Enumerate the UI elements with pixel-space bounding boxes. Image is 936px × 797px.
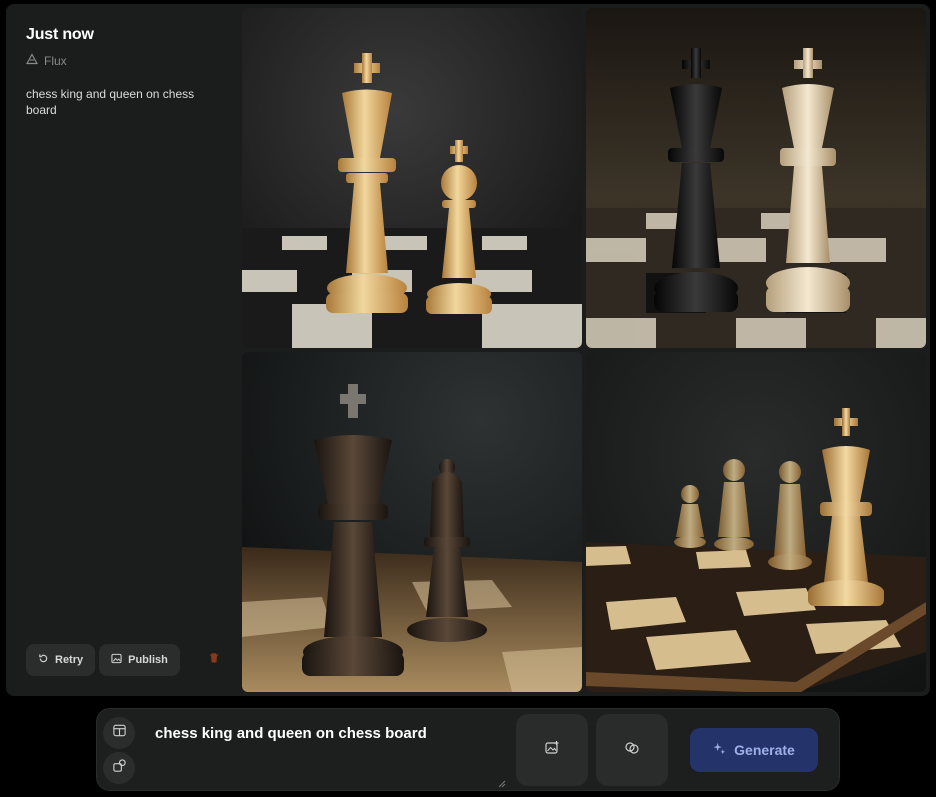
generation-info: Just now Flux chess king and queen on ch…	[25, 26, 226, 118]
flux-triangle-icon	[25, 53, 39, 68]
retry-label: Retry	[55, 654, 84, 666]
layout-button[interactable]	[103, 717, 135, 749]
result-image-1[interactable]	[242, 8, 582, 348]
publish-button[interactable]: Publish	[99, 644, 180, 676]
generation-time: Just now	[26, 26, 94, 43]
sparkles-icon	[713, 742, 726, 758]
resize-grip-icon[interactable]	[498, 775, 506, 788]
generation-actions: Retry Publish	[26, 644, 230, 676]
shapes-icon	[112, 758, 127, 778]
result-image-2[interactable]	[586, 8, 926, 348]
link-circles-icon	[624, 740, 640, 761]
delete-button[interactable]	[198, 644, 230, 676]
retry-button[interactable]: Retry	[26, 644, 96, 676]
prompt-composer: chess king and queen on chess board Gene…	[96, 708, 840, 797]
result-image-3[interactable]	[242, 352, 582, 692]
generate-label: Generate	[734, 742, 795, 758]
link-style-button[interactable]	[596, 714, 668, 786]
image-publish-icon	[111, 653, 122, 667]
trash-icon	[208, 651, 220, 669]
prompt-input[interactable]: chess king and queen on chess board	[153, 719, 515, 797]
model-name: Flux	[44, 53, 67, 68]
result-image-4[interactable]	[586, 352, 926, 692]
image-add-icon	[544, 740, 560, 761]
model-tag: Flux	[25, 53, 226, 68]
generate-button[interactable]: Generate	[690, 728, 818, 772]
shapes-button[interactable]	[103, 752, 135, 784]
publish-label: Publish	[128, 654, 168, 666]
generation-prompt: chess king and queen on chess board	[26, 87, 195, 117]
layout-icon	[112, 723, 127, 743]
add-image-button[interactable]	[516, 714, 588, 786]
retry-icon	[38, 653, 49, 667]
